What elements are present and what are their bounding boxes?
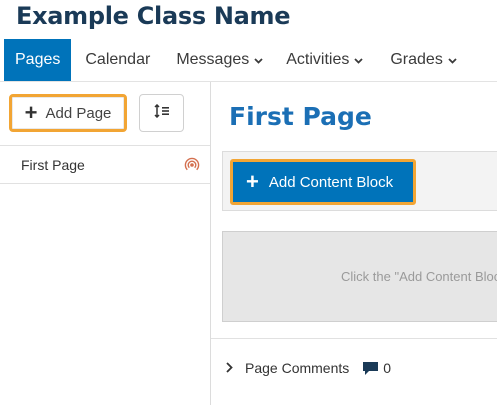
class-title: Example Class Name: [16, 2, 291, 30]
broadcast-icon: [184, 157, 200, 176]
nav-tab-label: Pages: [15, 51, 61, 68]
add-content-block-label: Add Content Block: [268, 173, 394, 191]
add-page-button[interactable]: + Add Page: [9, 94, 127, 132]
nav-tab-label: Messages: [176, 51, 250, 68]
add-page-label: Add Page: [45, 104, 112, 122]
page-content: First Page + Add Content Block Click the…: [211, 82, 497, 405]
nav-tab-activities[interactable]: Activities: [273, 39, 373, 81]
sort-icon: [153, 103, 170, 123]
chevron-down-icon: [448, 56, 457, 67]
nav-tab-label: Calendar: [85, 51, 151, 68]
pages-sidebar: + Add Page First Page: [0, 82, 211, 405]
nav-tab-calendar[interactable]: Calendar: [71, 39, 160, 81]
empty-content-area: Click the "Add Content Block" button abo…: [222, 231, 497, 322]
course-nav: Pages Calendar Messages Activities Grade…: [0, 39, 497, 82]
plus-icon: +: [24, 100, 38, 125]
nav-tab-grades[interactable]: Grades: [373, 39, 466, 81]
comments-count: 0: [383, 360, 392, 376]
sidebar-item-label: First Page: [21, 156, 85, 173]
nav-tab-pages[interactable]: Pages: [4, 39, 72, 81]
comment-bubble-icon: [362, 361, 379, 376]
comments-divider: [211, 338, 497, 339]
nav-tab-label: Grades: [390, 51, 443, 68]
plus-icon: +: [246, 169, 259, 194]
chevron-down-icon: [254, 56, 263, 67]
nav-tab-label: Activities: [286, 51, 350, 68]
page-comments-toggle[interactable]: Page Comments 0: [226, 360, 391, 376]
chevron-down-icon: [354, 56, 363, 67]
sidebar-item-first-page[interactable]: First Page: [0, 146, 210, 184]
empty-content-hint: Click the "Add Content Block" button abo…: [341, 269, 497, 284]
nav-tab-messages[interactable]: Messages: [160, 39, 273, 81]
reorder-pages-button[interactable]: [139, 94, 184, 132]
page-title: First Page: [229, 102, 372, 131]
add-content-block-button[interactable]: + Add Content Block: [230, 159, 416, 205]
chevron-right-icon: [226, 361, 233, 376]
page-comments-label: Page Comments: [245, 360, 350, 376]
